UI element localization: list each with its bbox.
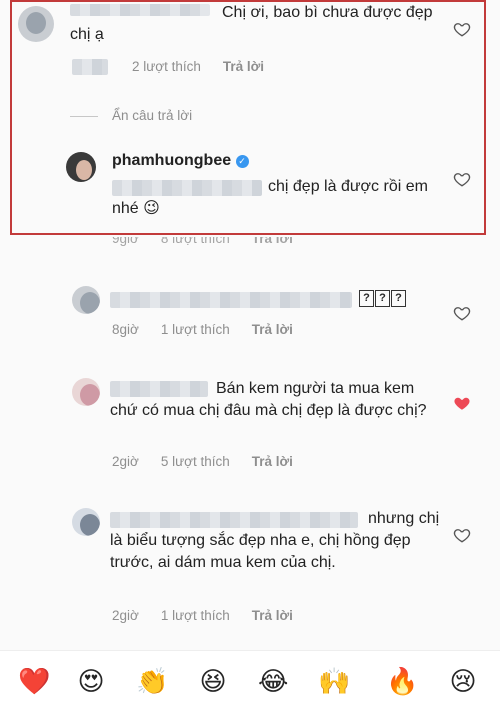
heart-emoji-icon[interactable]: ❤️ [18, 666, 50, 696]
reply-meta: 9giờ 8 lượt thích Trả lời [112, 237, 315, 249]
like-heart-icon[interactable] [452, 170, 472, 188]
comment-text: ??? [358, 290, 406, 308]
crying-emoji-icon[interactable]: 😢 [448, 666, 478, 696]
comment-meta: 2 lượt thích Trả lời [132, 59, 286, 74]
reply-button[interactable]: Trả lời [252, 608, 293, 623]
hide-replies-button[interactable]: Ẩn câu trả lời [112, 108, 192, 123]
raised-hands-emoji-icon[interactable]: 🙌 [318, 666, 350, 696]
avatar[interactable] [72, 286, 100, 314]
clapping-emoji-icon[interactable]: 👏 [136, 666, 168, 696]
fire-emoji-icon[interactable]: 🔥 [386, 666, 418, 696]
reply-button[interactable]: Trả lời [223, 59, 264, 74]
comment-meta: 2giờ 1 lượt thích Trả lời [112, 608, 315, 623]
comment-text: Chị ơi, bao bì chưa được đẹp chị ạ [70, 4, 433, 43]
comment-time: 2giờ [112, 454, 139, 469]
comment-time: 9giờ [112, 237, 139, 246]
verified-badge-icon: ✓ [235, 155, 249, 168]
emoji-bar [0, 650, 500, 701]
comment-meta: 2giờ 5 lượt thích Trả lời [112, 454, 315, 469]
like-heart-icon[interactable] [452, 20, 472, 38]
reply-button[interactable]: Trả lời [252, 454, 293, 469]
username-text[interactable]: phamhuongbee [112, 152, 231, 169]
like-count[interactable]: 2 lượt thích [132, 59, 201, 74]
hide-replies-line [70, 116, 98, 117]
like-count[interactable]: 8 lượt thích [161, 237, 230, 246]
liked-heart-icon[interactable] [452, 394, 472, 412]
blurred-username [110, 292, 352, 308]
like-count[interactable]: 5 lượt thích [161, 454, 230, 469]
comment-text: Bán kem người ta mua kem chứ có mua chị … [110, 380, 427, 419]
avatar[interactable] [72, 378, 100, 406]
avatar[interactable] [66, 152, 96, 182]
comment-time: 8giờ [112, 322, 139, 337]
reply-username[interactable]: phamhuongbee ✓ [112, 152, 249, 170]
avatar[interactable] [72, 508, 100, 536]
heart-eyes-emoji-icon[interactable]: 😍 [76, 666, 106, 696]
comment-text: nhưng chị là biểu tượng sắc đẹp nha e, c… [110, 510, 440, 571]
like-heart-icon[interactable] [452, 304, 472, 322]
avatar[interactable] [18, 6, 54, 42]
tears-of-joy-emoji-icon[interactable]: 😂 [258, 666, 288, 696]
blurred-time [72, 59, 108, 75]
comment-time: 2giờ [112, 608, 139, 623]
laughing-emoji-icon[interactable]: 😆 [198, 666, 228, 696]
reply-text: chị đẹp là được rồi em nhé 😉 [112, 178, 428, 217]
like-heart-icon[interactable] [452, 526, 472, 544]
reply-button[interactable]: Trả lời [252, 322, 293, 337]
like-count[interactable]: 1 lượt thích [161, 322, 230, 337]
comment-meta: 8giờ 1 lượt thích Trả lời [112, 322, 315, 337]
reply-button[interactable]: Trả lời [252, 237, 293, 246]
like-count[interactable]: 1 lượt thích [161, 608, 230, 623]
